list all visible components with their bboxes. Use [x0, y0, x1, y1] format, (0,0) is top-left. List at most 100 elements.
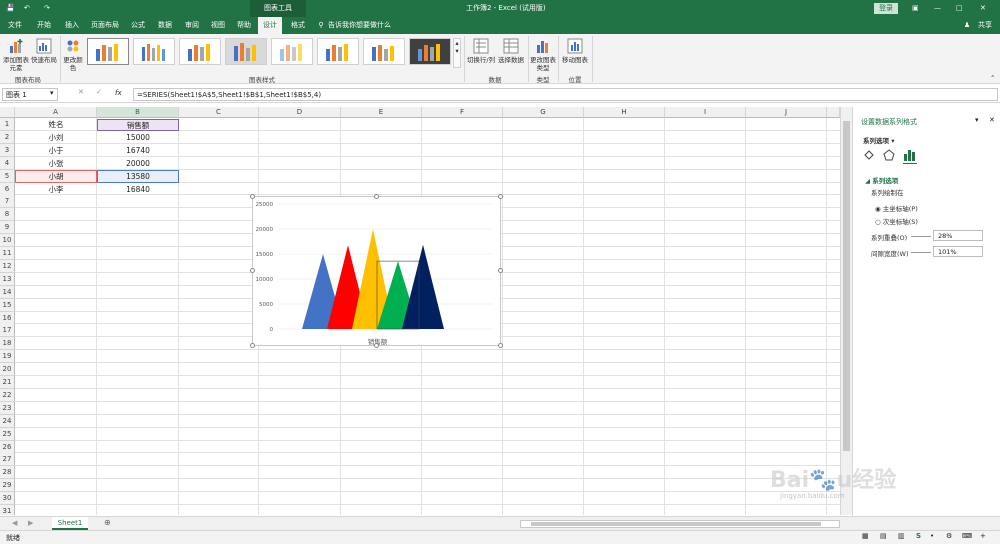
add-chart-element-button[interactable]: 添加图表元素	[3, 38, 29, 72]
row-header[interactable]: 4	[0, 156, 15, 170]
vertical-scrollbar[interactable]	[840, 107, 852, 515]
column-header-e[interactable]: E	[341, 107, 422, 118]
series-overlap-input[interactable]: 28%	[933, 230, 983, 241]
row-header[interactable]: 14	[0, 285, 15, 299]
tab-home[interactable]: 开始	[32, 17, 56, 34]
page-break-view-icon[interactable]: ▥	[898, 532, 905, 540]
minimize-icon[interactable]: —	[934, 0, 941, 17]
column-header-a[interactable]: A	[15, 107, 97, 118]
cancel-icon[interactable]: ✕	[78, 88, 84, 96]
table-cell-selected-name[interactable]: 小胡	[15, 170, 97, 183]
resize-handle[interactable]	[498, 268, 503, 273]
row-header[interactable]: 30	[0, 492, 15, 506]
table-cell[interactable]: 小李	[15, 184, 97, 196]
add-sheet-icon[interactable]: ⊕	[104, 518, 111, 527]
save-icon[interactable]: 💾	[6, 0, 15, 17]
change-colors-button[interactable]: 更改颜色	[62, 38, 84, 72]
row-header[interactable]: 2	[0, 130, 15, 144]
gap-width-input[interactable]: 101%	[933, 246, 983, 257]
tab-help[interactable]: 帮助	[232, 17, 256, 34]
column-header-c[interactable]: C	[179, 107, 259, 118]
tab-design[interactable]: 设计	[258, 17, 282, 34]
row-header[interactable]: 20	[0, 363, 15, 377]
tab-formulas[interactable]: 公式	[126, 17, 150, 34]
fill-line-icon[interactable]	[863, 149, 875, 161]
styles-scroll[interactable]: ▴ ▾	[453, 38, 461, 68]
chart-style-8[interactable]	[409, 38, 451, 65]
row-header[interactable]: 17	[0, 324, 15, 338]
chart-style-6[interactable]	[317, 38, 359, 65]
primary-axis-radio[interactable]: ◉ 主坐标轴(P)	[875, 203, 918, 213]
row-header[interactable]: 3	[0, 143, 15, 157]
quick-layout-button[interactable]: 快速布局	[30, 38, 58, 64]
chart-svg[interactable]: 25000 20000 15000 10000 5000 0	[253, 197, 502, 347]
row-header[interactable]: 1	[0, 118, 15, 131]
enter-icon[interactable]: ✓	[96, 88, 102, 96]
pane-close-icon[interactable]: ✕	[989, 116, 995, 124]
chart-bar-小李[interactable]	[402, 244, 444, 329]
page-layout-view-icon[interactable]: ▤	[880, 532, 887, 540]
ribbon-display-icon[interactable]: ▣	[912, 0, 919, 17]
row-header[interactable]: 7	[0, 195, 15, 209]
resize-handle[interactable]	[374, 194, 379, 199]
tab-review[interactable]: 审阅	[180, 17, 204, 34]
row-header[interactable]: 12	[0, 259, 15, 273]
row-header[interactable]: 5	[0, 169, 15, 183]
name-box-dropdown-icon[interactable]: ▾	[50, 89, 54, 97]
resize-handle[interactable]	[498, 343, 503, 348]
table-cell[interactable]: 小刘	[15, 132, 97, 144]
row-header[interactable]: 19	[0, 350, 15, 364]
keyboard-icon[interactable]: ⌨	[962, 532, 972, 540]
tab-format[interactable]: 格式	[286, 17, 310, 34]
resize-handle[interactable]	[498, 194, 503, 199]
row-header[interactable]: 18	[0, 337, 15, 351]
formula-input[interactable]: =SERIES(Sheet1!$A$5,Sheet1!$B$1,Sheet1!$…	[133, 88, 998, 101]
horizontal-scrollbar[interactable]	[520, 520, 840, 528]
ime-mode-icon[interactable]: •	[930, 532, 934, 540]
series-options-icon[interactable]	[903, 149, 917, 161]
row-header[interactable]: 23	[0, 401, 15, 415]
table-header-sales[interactable]: 销售额	[97, 119, 179, 131]
column-header-g[interactable]: G	[503, 107, 584, 118]
chart-style-7[interactable]	[363, 38, 405, 65]
next-sheet-icon[interactable]: ▶	[28, 519, 33, 527]
resize-handle[interactable]	[250, 268, 255, 273]
tell-me-search[interactable]: 告诉我你想要做什么	[328, 17, 391, 34]
pane-dropdown-icon[interactable]: ▾	[975, 116, 979, 124]
row-header[interactable]: 8	[0, 208, 15, 222]
move-chart-button[interactable]: 移动图表	[560, 38, 590, 64]
gap-width-slider[interactable]	[911, 252, 931, 253]
tab-insert[interactable]: 插入	[60, 17, 84, 34]
collapse-ribbon-icon[interactable]: ⌃	[990, 74, 995, 82]
row-header[interactable]: 28	[0, 466, 15, 480]
prev-sheet-icon[interactable]: ◀	[12, 519, 17, 527]
table-cell[interactable]: 小张	[15, 158, 97, 170]
insert-function-button[interactable]: fx	[115, 89, 122, 97]
secondary-axis-radio[interactable]: ○ 次坐标轴(S)	[875, 216, 918, 226]
maximize-icon[interactable]: □	[956, 0, 963, 17]
tab-view[interactable]: 视图	[206, 17, 230, 34]
row-header[interactable]: 13	[0, 272, 15, 286]
chart-style-2[interactable]	[133, 38, 175, 65]
tab-data[interactable]: 数据	[153, 17, 177, 34]
row-header[interactable]: 27	[0, 453, 15, 467]
row-header[interactable]: 29	[0, 479, 15, 493]
table-cell[interactable]: 小于	[15, 145, 97, 157]
select-data-button[interactable]: 选择数据	[497, 38, 525, 64]
ime-settings-icon[interactable]: ⚙	[946, 532, 952, 540]
ime-icon[interactable]: S	[916, 532, 921, 540]
effects-icon[interactable]	[883, 149, 895, 161]
row-header[interactable]: 26	[0, 440, 15, 454]
chart-style-5[interactable]	[271, 38, 313, 65]
tab-page-layout[interactable]: 页面布局	[88, 17, 122, 34]
column-header-i[interactable]: I	[665, 107, 746, 118]
change-chart-type-button[interactable]: 更改图表类型	[530, 38, 556, 72]
horizontal-scroll-thumb[interactable]	[531, 522, 821, 526]
row-header[interactable]: 25	[0, 427, 15, 441]
row-header[interactable]: 22	[0, 388, 15, 402]
series-options-section[interactable]: ◢ 系列选项	[865, 175, 898, 185]
table-cell[interactable]: 16740	[97, 145, 179, 157]
table-header-name[interactable]: 姓名	[15, 119, 97, 131]
sheet-tab-sheet1[interactable]: Sheet1	[52, 517, 88, 530]
login-button[interactable]: 登录	[874, 3, 898, 14]
